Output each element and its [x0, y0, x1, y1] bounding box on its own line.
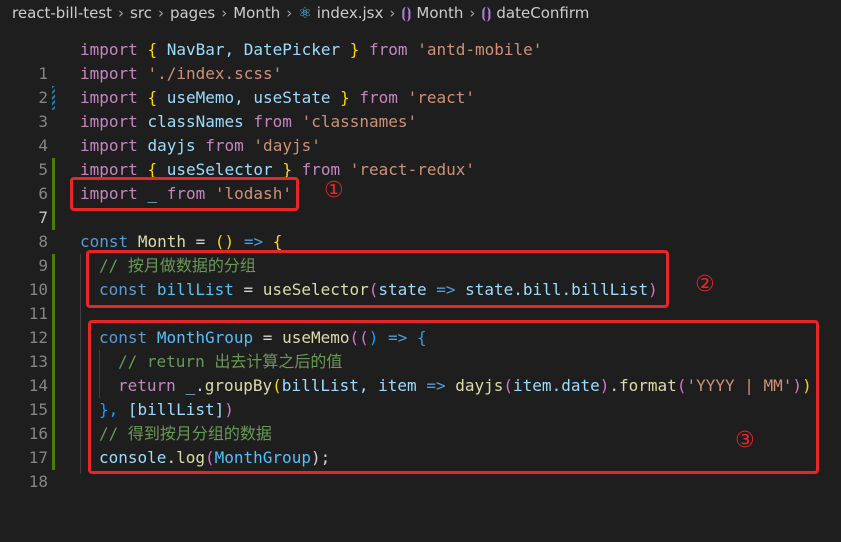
identifier: Month — [137, 232, 186, 251]
keyword: from — [369, 40, 408, 59]
annotation-box-2 — [86, 250, 669, 308]
breadcrumb-item[interactable]: Month — [233, 4, 280, 22]
code-line[interactable]: 1 import { NavBar, DatePicker } from 'an… — [0, 38, 841, 83]
identifier: NavBar, DatePicker — [157, 40, 350, 59]
bracket: } — [349, 40, 360, 59]
identifier: classNames — [147, 112, 244, 131]
symbol-method-icon: ⦗⦘ — [481, 4, 492, 22]
chevron-right-icon: › — [389, 4, 396, 22]
bracket: { — [272, 232, 283, 251]
keyword: from — [301, 160, 341, 179]
code-line[interactable]: 2 import './index.scss' — [0, 62, 841, 107]
identifier: dayjs — [147, 136, 196, 155]
code-line[interactable]: 4 import classNames from 'classnames' — [0, 110, 841, 155]
annotation-marker-3: ③ — [735, 428, 755, 453]
string: 'react-redux' — [349, 160, 475, 179]
breadcrumb-item[interactable]: pages — [170, 4, 215, 22]
annotation-box-1 — [70, 177, 299, 211]
chevron-right-icon: › — [469, 4, 476, 22]
breadcrumb-item[interactable]: dateConfirm — [496, 4, 589, 22]
chevron-right-icon: › — [157, 4, 164, 22]
string: 'classnames' — [301, 112, 418, 131]
symbol-method-icon: ⦗⦘ — [401, 4, 412, 22]
operator: = — [195, 232, 206, 251]
code-line[interactable]: 5 import dayjs from 'dayjs' — [0, 134, 841, 179]
code-line[interactable]: 3 import { useMemo, useState } from 'rea… — [0, 86, 841, 131]
breadcrumb-item[interactable]: src — [130, 4, 152, 22]
bracket: { — [147, 40, 158, 59]
bracket: } — [340, 88, 350, 107]
keyword: const — [80, 232, 129, 251]
identifier: useMemo, useState — [157, 88, 341, 107]
breadcrumb-item[interactable]: Month — [416, 4, 463, 22]
keyword: from — [359, 88, 398, 107]
keyword: from — [253, 112, 292, 131]
string: 'react' — [407, 88, 475, 107]
keyword: import — [80, 40, 138, 59]
code-editor[interactable]: 1 import { NavBar, DatePicker } from 'an… — [0, 38, 841, 491]
breadcrumb: react-bill-test › src › pages › Month › … — [0, 0, 841, 26]
string: 'antd-mobile' — [417, 40, 543, 59]
annotation-marker-2: ② — [695, 272, 715, 297]
string: 'dayjs' — [253, 136, 321, 155]
keyword: import — [80, 112, 138, 131]
annotation-box-3 — [88, 320, 819, 474]
breadcrumb-item[interactable]: index.jsx — [317, 4, 384, 22]
bracket: () — [214, 232, 235, 251]
keyword: import — [80, 136, 138, 155]
keyword: import — [80, 88, 138, 107]
string: './index.scss' — [147, 64, 283, 83]
breadcrumb-item[interactable]: react-bill-test — [12, 4, 112, 22]
chevron-right-icon: › — [118, 4, 125, 22]
operator: => — [243, 232, 264, 251]
react-file-icon: ⚛ — [298, 4, 312, 22]
bracket: { — [147, 88, 158, 107]
keyword: from — [205, 136, 244, 155]
chevron-right-icon: › — [221, 4, 228, 22]
keyword: import — [80, 64, 138, 83]
annotation-marker-1: ① — [324, 178, 344, 203]
chevron-right-icon: › — [286, 4, 293, 22]
